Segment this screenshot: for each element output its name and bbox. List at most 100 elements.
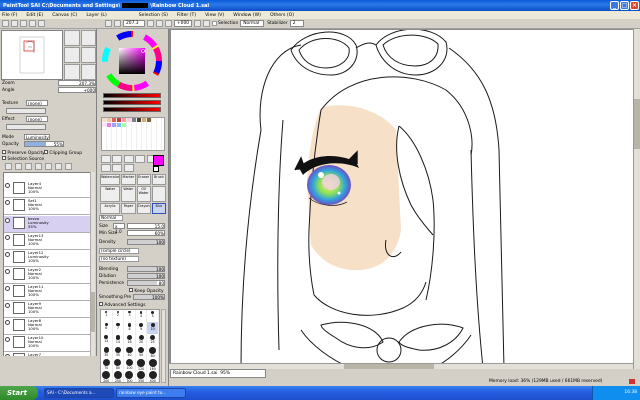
size-preset[interactable]: 5 [147, 310, 159, 322]
invert-selection-icon[interactable] [29, 20, 36, 27]
reset-zoom-icon[interactable] [147, 20, 154, 27]
minimize-button[interactable]: _ [610, 1, 619, 10]
blending-slider[interactable]: 100 [127, 266, 165, 272]
layer-item[interactable]: Layer12 Luminosity 100% [4, 250, 90, 267]
nav-zoom-in-button[interactable] [64, 30, 80, 46]
brush-texture-select[interactable]: (no texture) [99, 256, 139, 262]
size-preset[interactable]: 9 [136, 322, 148, 334]
tool-crayon[interactable]: Crayon [136, 202, 151, 214]
close-button[interactable]: × [630, 1, 639, 10]
nav-rotate-right-button[interactable] [80, 47, 96, 63]
zoom-in-icon[interactable] [105, 20, 112, 27]
navigator-preview[interactable] [1, 30, 63, 80]
clipping-group-checkbox[interactable]: Clipping Group [44, 150, 82, 156]
tool-blur[interactable]: Blur [151, 202, 166, 214]
drawing-canvas[interactable] [171, 30, 633, 368]
size-preset[interactable]: 7 [113, 322, 125, 334]
smoothing-slider[interactable]: 100% [133, 294, 165, 300]
advanced-settings-toggle[interactable]: Advanced Settings [99, 302, 146, 308]
selection-source-checkbox[interactable]: Selection Source [2, 156, 44, 162]
size-slider[interactable]: 15.0 [127, 223, 165, 229]
effect-width-field[interactable] [6, 124, 46, 130]
task-sai[interactable]: SAI - C:\Documents a... [44, 388, 114, 398]
menu-view[interactable]: View (V) [205, 13, 224, 18]
layer-item[interactable]: Layer9 Normal 100% [4, 301, 90, 318]
menu-canvas[interactable]: Canvas (C) [52, 13, 77, 18]
menu-others[interactable]: Others (O) [270, 13, 294, 18]
size-preset[interactable]: 50 [136, 346, 148, 358]
rotate-tool-icon[interactable] [101, 164, 111, 172]
presets-scrollbar[interactable] [161, 309, 166, 383]
mask-layer-icon[interactable] [35, 163, 42, 170]
size-preset[interactable]: 10 [147, 322, 159, 334]
visibility-icon[interactable] [5, 252, 10, 257]
tool-blank[interactable] [151, 186, 166, 202]
size-preset[interactable]: 40 [124, 346, 136, 358]
redo-icon[interactable] [11, 20, 18, 27]
rotate-right-icon[interactable] [165, 20, 172, 27]
primary-color-swatch[interactable] [153, 155, 164, 166]
reset-rotation-icon[interactable] [194, 20, 201, 27]
size-preset[interactable]: 12 [101, 334, 113, 346]
flip-icon[interactable] [203, 20, 210, 27]
zoom-out-icon[interactable] [114, 20, 121, 27]
blue-slider[interactable] [103, 107, 161, 112]
nav-flip-button[interactable] [80, 64, 96, 80]
red-slider[interactable] [103, 93, 161, 98]
tool-brush[interactable]: Brush [151, 174, 166, 186]
size-preset[interactable]: 3 [124, 310, 136, 322]
zoom-value[interactable]: 207.3% [58, 80, 96, 86]
new-layer-icon[interactable] [5, 163, 12, 170]
angle-value[interactable]: +000 [58, 87, 96, 93]
blend-mode-select[interactable]: Luminosity [24, 134, 50, 140]
brush-shape-select[interactable]: (simple circle) [99, 248, 139, 254]
magic-wand-tool-icon[interactable] [123, 155, 134, 163]
menu-filter[interactable]: Filter (T) [177, 13, 196, 18]
undo-icon[interactable] [2, 20, 9, 27]
size-preset[interactable]: 35 [113, 346, 125, 358]
visibility-icon[interactable] [5, 200, 10, 205]
size-preset[interactable]: 1 [101, 310, 113, 322]
layer-item[interactable]: Set1 Normal 100% [4, 198, 90, 215]
brush-mode-select[interactable]: Normal [99, 215, 123, 221]
visibility-icon[interactable] [5, 337, 10, 342]
size-preset[interactable]: 2 [113, 310, 125, 322]
size-preset[interactable]: 350 [136, 370, 148, 383]
density-slider[interactable]: 100 [127, 239, 165, 245]
layer-list-scrollbar[interactable] [90, 172, 95, 384]
secondary-color-swatch[interactable] [153, 166, 159, 172]
visibility-icon[interactable] [5, 269, 10, 274]
menu-edit[interactable]: Edit (E) [26, 13, 43, 18]
effect-select[interactable]: (none) [26, 116, 48, 122]
size-preset[interactable]: 14 [113, 334, 125, 346]
eyedropper-tool-icon[interactable] [123, 164, 134, 172]
rotate-left-icon[interactable] [156, 20, 163, 27]
size-preset[interactable]: 80 [113, 358, 125, 370]
layer-item[interactable]: Layer4 Normal 100% [4, 181, 90, 198]
tool-marker[interactable]: Marker [121, 174, 136, 186]
new-set-icon[interactable] [15, 163, 22, 170]
size-preset[interactable]: 100 [124, 358, 136, 370]
deselect-icon[interactable] [20, 20, 27, 27]
color-wheel[interactable] [102, 31, 162, 91]
clear-layer-icon[interactable] [55, 163, 62, 170]
mode-select[interactable]: Normal [240, 20, 265, 27]
menu-window[interactable]: Window (W) [233, 13, 261, 18]
hand-tool-icon[interactable] [112, 164, 123, 172]
dilution-slider[interactable]: 100 [127, 273, 165, 279]
title-bar[interactable]: PaintTool SAI C:\Documents and Settings\… [0, 0, 640, 11]
size-preset[interactable]: 30 [101, 346, 113, 358]
visibility-icon[interactable] [5, 235, 10, 240]
size-preset[interactable]: 250 [113, 370, 125, 383]
texture-select[interactable]: (none) [26, 100, 48, 106]
size-preset[interactable]: 6 [101, 322, 113, 334]
size-preset[interactable]: 60 [147, 346, 159, 358]
size-preset[interactable]: 8 [124, 322, 136, 334]
tool-water2[interactable]: Water [121, 186, 136, 202]
show-selection-icon[interactable] [38, 20, 45, 27]
lasso-tool-icon[interactable] [112, 155, 123, 163]
texture-scale-field[interactable] [6, 108, 46, 114]
persistence-slider[interactable]: 80 [127, 280, 165, 286]
size-preset[interactable]: 300 [124, 370, 136, 383]
menu-file[interactable]: File (F) [2, 13, 17, 18]
